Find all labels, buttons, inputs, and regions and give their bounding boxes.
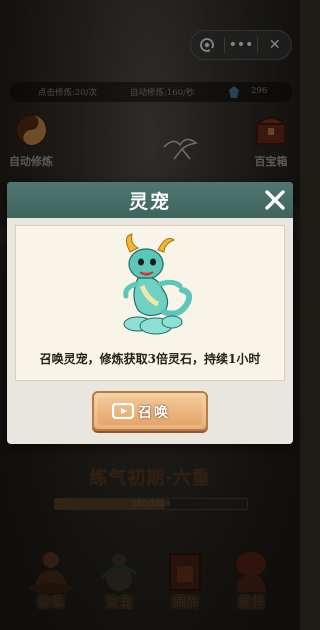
video-icon [112,403,134,419]
spirit-pet-dialog: 灵宠 召唤灵宠，修炼获取3倍灵石，持续1小时 召唤 [7,182,293,444]
dialog-content-panel: 召唤灵宠，修炼获取3倍灵石，持续1小时 [15,225,285,381]
dialog-header: 灵宠 [7,182,293,218]
close-icon[interactable] [263,188,287,212]
pet-description: 召唤灵宠，修炼获取3倍灵石，持续1小时 [39,352,261,366]
dialog-title: 灵宠 [128,191,171,213]
dragon-pet-icon [123,233,193,335]
summon-label: 召唤 [138,405,170,421]
summon-button[interactable]: 召唤 [92,391,208,431]
